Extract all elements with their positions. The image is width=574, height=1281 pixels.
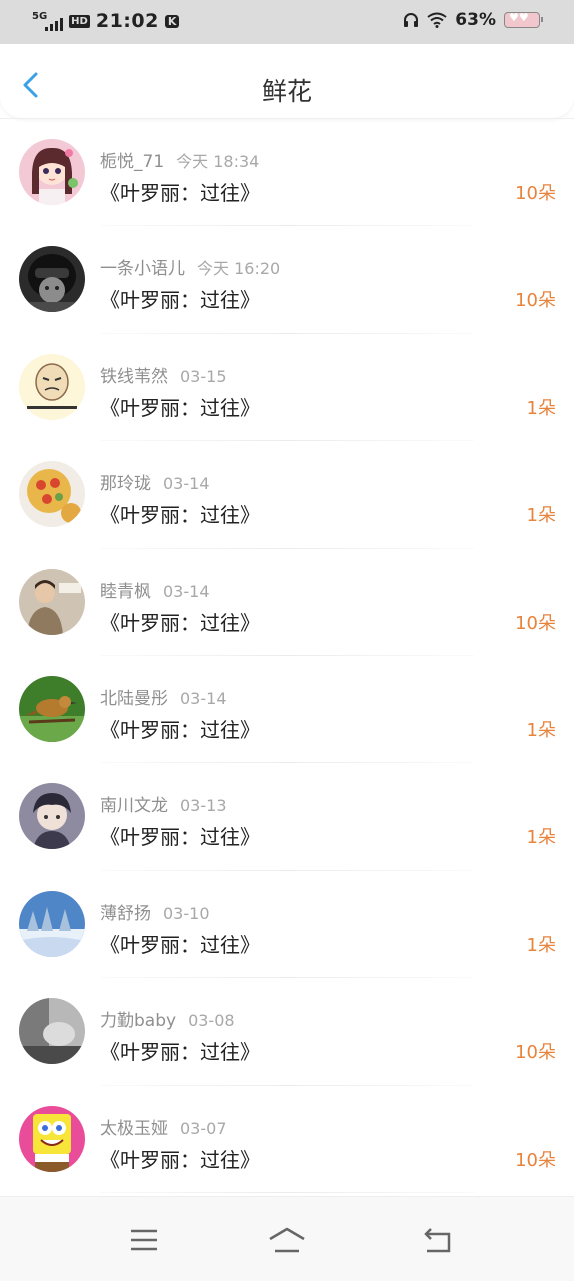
sender-name[interactable]: 那玲珑 <box>100 474 151 494</box>
book-title: 《叶罗丽：过往》 <box>100 181 260 205</box>
sender-name[interactable]: 栀悦_71 <box>100 152 164 172</box>
sender-line: 一条小语儿 今天 16:20 <box>100 254 280 279</box>
status-time: 21:02 <box>95 10 159 32</box>
avatar[interactable] <box>19 675 85 742</box>
hd-badge: HD <box>69 14 90 28</box>
avatar[interactable] <box>19 998 85 1065</box>
system-nav-bar <box>0 1196 574 1281</box>
flower-count: 1朵 <box>526 827 556 849</box>
book-title: 《叶罗丽：过往》 <box>100 932 260 957</box>
page-title: 鲜花 <box>261 77 312 106</box>
avatar[interactable] <box>19 890 85 957</box>
avatar[interactable] <box>19 246 85 313</box>
headphones-icon <box>404 13 419 27</box>
status-bar: 5G HD 21:02 K 63% ♥♥ <box>0 0 574 44</box>
list-item[interactable]: 铁线苇然 03-15 《叶罗丽：过往》 1朵 <box>0 334 574 442</box>
book-title: 《叶罗丽：过往》 <box>100 288 260 313</box>
list-item[interactable]: 南川文龙 03-13 《叶罗丽：过往》 1朵 <box>0 763 574 871</box>
sender-line: 南川文龙 03-13 <box>100 791 227 816</box>
sender-name[interactable]: 太极玉娅 <box>100 1119 168 1139</box>
flower-count: 10朵 <box>515 183 556 204</box>
battery-percent: 63% <box>455 10 496 30</box>
list-item[interactable]: 一条小语儿 今天 16:20 《叶罗丽：过往》 10朵 <box>0 226 574 334</box>
flower-count: 1朵 <box>526 505 556 527</box>
app-header: 鲜花 <box>0 44 574 118</box>
gift-date: 今天 16:20 <box>197 259 281 279</box>
status-left: 5G HD 21:02 K <box>32 10 180 32</box>
book-title: 《叶罗丽：过往》 <box>100 1147 260 1172</box>
sender-line: 力勤baby 03-08 <box>100 1006 235 1031</box>
gift-date: 03-07 <box>180 1118 227 1138</box>
signal-icon <box>45 17 64 31</box>
flower-count: 1朵 <box>526 397 556 419</box>
sender-line: 太极玉娅 03-07 <box>100 1114 227 1139</box>
gift-date: 03-10 <box>163 903 210 923</box>
battery-icon: ♥♥ <box>504 11 543 28</box>
sender-line: 那玲珑 03-14 <box>100 469 210 494</box>
gift-date: 03-14 <box>163 474 210 494</box>
sender-line: 睦青枫 03-14 <box>100 577 210 602</box>
list-item[interactable]: 北陆曼彤 03-14 《叶罗丽：过往》 1朵 <box>0 656 574 764</box>
flower-gift-list: 栀悦_71 今天 18:34 《叶罗丽：过往》 10朵 一条小语儿 今天 16:20… <box>0 118 574 1197</box>
flower-count: 10朵 <box>515 1042 556 1064</box>
avatar[interactable] <box>19 461 85 528</box>
list-item[interactable]: 薄舒扬 03-10 《叶罗丽：过往》 1朵 <box>0 871 574 979</box>
gift-date: 03-14 <box>163 581 210 601</box>
book-title: 《叶罗丽：过往》 <box>100 1040 260 1065</box>
sender-name[interactable]: 北陆曼彤 <box>100 689 168 709</box>
avatar[interactable] <box>19 139 85 205</box>
app-badge-icon: K <box>164 14 180 28</box>
gift-date: 今天 18:34 <box>176 152 260 171</box>
flower-count: 1朵 <box>526 934 556 956</box>
list-item[interactable]: 睦青枫 03-14 《叶罗丽：过往》 10朵 <box>0 549 574 656</box>
avatar[interactable] <box>19 1105 85 1172</box>
avatar[interactable] <box>19 783 85 850</box>
back-nav-icon[interactable] <box>418 1225 458 1255</box>
sender-name[interactable]: 力勤baby <box>100 1011 176 1031</box>
gift-date: 03-08 <box>188 1011 235 1031</box>
flower-count: 1朵 <box>526 719 556 741</box>
wifi-icon <box>427 12 447 28</box>
sender-name[interactable]: 南川文龙 <box>100 796 168 816</box>
gift-date: 03-14 <box>180 688 227 708</box>
gift-date: 03-13 <box>180 796 227 816</box>
sender-line: 北陆曼彤 03-14 <box>100 684 227 709</box>
book-title: 《叶罗丽：过往》 <box>100 610 260 635</box>
list-item[interactable]: 栀悦_71 今天 18:34 《叶罗丽：过往》 10朵 <box>0 119 574 227</box>
status-right: 63% ♥♥ <box>403 10 543 30</box>
list-item[interactable]: 那玲珑 03-14 《叶罗丽：过往》 1朵 <box>0 441 574 549</box>
sender-name[interactable]: 铁线苇然 <box>100 367 168 387</box>
book-title: 《叶罗丽：过往》 <box>100 395 260 420</box>
book-title: 《叶罗丽：过往》 <box>100 825 260 850</box>
flower-count: 10朵 <box>515 1149 556 1171</box>
book-title: 《叶罗丽：过往》 <box>100 503 260 528</box>
list-item[interactable]: 力勤baby 03-08 《叶罗丽：过往》 10朵 <box>0 978 574 1086</box>
list-item[interactable]: 太极玉娅 03-07 《叶罗丽：过往》 10朵 <box>0 1086 574 1193</box>
avatar[interactable] <box>19 353 85 420</box>
flower-count: 10朵 <box>515 290 556 312</box>
home-icon[interactable] <box>267 1225 307 1255</box>
menu-icon[interactable] <box>124 1225 164 1255</box>
avatar[interactable] <box>19 568 85 635</box>
sender-name[interactable]: 一条小语儿 <box>100 259 185 279</box>
sender-name[interactable]: 睦青枫 <box>100 582 151 602</box>
book-title: 《叶罗丽：过往》 <box>100 717 260 742</box>
flower-count: 10朵 <box>515 612 556 634</box>
sender-name[interactable]: 薄舒扬 <box>100 904 151 924</box>
sender-line: 栀悦_71 今天 18:34 <box>100 147 259 172</box>
sender-line: 薄舒扬 03-10 <box>100 899 210 924</box>
gift-date: 03-15 <box>180 366 227 386</box>
sender-line: 铁线苇然 03-15 <box>100 362 227 387</box>
